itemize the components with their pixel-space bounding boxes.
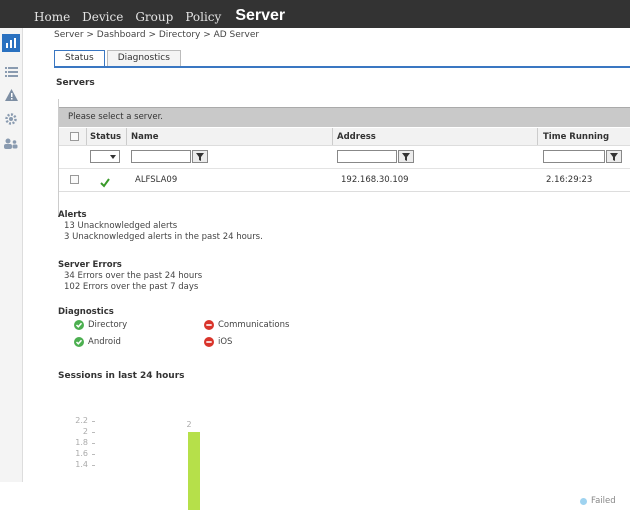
server-errors-line-2[interactable]: 102 Errors over the past 7 days: [58, 282, 202, 293]
nav-home[interactable]: Home: [34, 10, 70, 24]
list-icon[interactable]: [2, 62, 20, 80]
tab-diagnostics[interactable]: Diagnostics: [106, 50, 181, 66]
alert-icon[interactable]: [2, 86, 20, 104]
time-running-filter-button[interactable]: [606, 150, 622, 163]
alerts-heading: Alerts: [58, 210, 87, 220]
check-icon: [100, 173, 110, 192]
sessions-chart: 2.2 2 1.8 1.6 1.4 2 Failed: [58, 408, 630, 510]
gear-icon[interactable]: [2, 110, 20, 128]
sessions-heading: Sessions in last 24 hours: [58, 371, 185, 381]
server-errors-section: Server Errors 34 Errors over the past 24…: [58, 260, 202, 293]
servers-heading: Servers: [56, 78, 95, 88]
diag-directory-label: Directory: [88, 320, 128, 330]
filter-icon: [610, 152, 618, 161]
y-tick-label: 1.8: [75, 438, 88, 447]
alerts-line-2[interactable]: 3 Unacknowledged alerts in the past 24 h…: [58, 232, 263, 243]
nav-device[interactable]: Device: [82, 10, 123, 24]
server-errors-heading: Server Errors: [58, 260, 122, 270]
y-tick-label: 1.4: [75, 460, 88, 469]
y-tick-mark: [92, 432, 95, 433]
diag-android-label: Android: [88, 337, 121, 347]
address-filter-input[interactable]: [337, 150, 397, 163]
breadcrumb: Server > Dashboard > Directory > AD Serv…: [54, 30, 260, 40]
name-filter-button[interactable]: [192, 150, 208, 163]
select-all-checkbox[interactable]: [70, 132, 79, 141]
dashboard-icon[interactable]: [2, 34, 20, 52]
column-address[interactable]: Address: [337, 132, 376, 142]
column-name[interactable]: Name: [131, 132, 158, 142]
alerts-line-1[interactable]: 13 Unacknowledged alerts: [58, 221, 263, 232]
diagnostics-heading: Diagnostics: [58, 307, 114, 318]
bar-data-label: 2: [186, 420, 192, 429]
y-tick-label: 1.6: [75, 449, 88, 458]
tab-underline: [54, 66, 630, 68]
servers-table-header: Status Name Address Time Running: [59, 128, 630, 146]
diag-android[interactable]: Android: [74, 337, 121, 347]
diag-ios[interactable]: iOS: [204, 337, 232, 347]
column-status[interactable]: Status: [90, 132, 121, 142]
y-tick-mark: [92, 465, 95, 466]
address-filter-button[interactable]: [398, 150, 414, 163]
diagnostics-title: Diagnostics: [58, 307, 114, 317]
filter-icon: [402, 152, 410, 161]
error-minus-icon: [204, 320, 214, 330]
users-icon[interactable]: [2, 134, 20, 152]
y-tick-label: 2.2: [75, 416, 88, 425]
tab-bar: Status Diagnostics: [54, 50, 183, 66]
main-menu: Home Device Group Policy Server: [34, 8, 297, 25]
status-filter-select[interactable]: [90, 150, 120, 163]
y-tick-mark: [92, 443, 95, 444]
ok-check-icon: [74, 320, 84, 330]
chart-legend: Failed: [580, 496, 616, 506]
y-tick-mark: [92, 421, 95, 422]
servers-filter-row: [59, 146, 630, 169]
chart-bar[interactable]: [188, 432, 200, 510]
top-navigation-bar: Home Device Group Policy Server: [0, 0, 630, 28]
server-address: 192.168.30.109: [341, 175, 409, 185]
y-tick-mark: [92, 454, 95, 455]
legend-failed-label[interactable]: Failed: [591, 496, 616, 506]
legend-failed-swatch: [580, 497, 587, 505]
diag-directory[interactable]: Directory: [74, 320, 127, 330]
filter-icon: [196, 152, 204, 161]
nav-policy[interactable]: Policy: [185, 10, 221, 24]
nav-group[interactable]: Group: [135, 10, 173, 24]
server-errors-line-1[interactable]: 34 Errors over the past 24 hours: [58, 271, 202, 282]
table-row[interactable]: ALFSLA09 192.168.30.109 2.16:29:23: [59, 169, 630, 192]
chevron-down-icon: [110, 155, 116, 159]
left-sidebar: [0, 28, 23, 482]
name-filter-input[interactable]: [131, 150, 191, 163]
error-minus-icon: [204, 337, 214, 347]
alerts-section: Alerts 13 Unacknowledged alerts 3 Unackn…: [58, 210, 263, 243]
server-prompt-bar: Please select a server.: [59, 107, 630, 127]
row-checkbox[interactable]: [70, 175, 79, 184]
nav-server[interactable]: Server: [235, 8, 285, 24]
tab-status[interactable]: Status: [54, 50, 105, 66]
main-content: Server > Dashboard > Directory > AD Serv…: [50, 28, 630, 510]
ok-check-icon: [74, 337, 84, 347]
column-time-running[interactable]: Time Running: [543, 132, 609, 142]
server-prompt: Please select a server.: [68, 112, 163, 122]
server-name[interactable]: ALFSLA09: [135, 175, 177, 185]
diag-communications-label: Communications: [218, 320, 290, 330]
y-tick-label: 2: [82, 427, 88, 436]
diag-ios-label: iOS: [218, 337, 233, 347]
time-running-filter-input[interactable]: [543, 150, 605, 163]
diag-communications[interactable]: Communications: [204, 320, 289, 330]
server-time-running: 2.16:29:23: [546, 175, 593, 185]
servers-panel: Please select a server. Status Name Addr…: [58, 99, 630, 217]
